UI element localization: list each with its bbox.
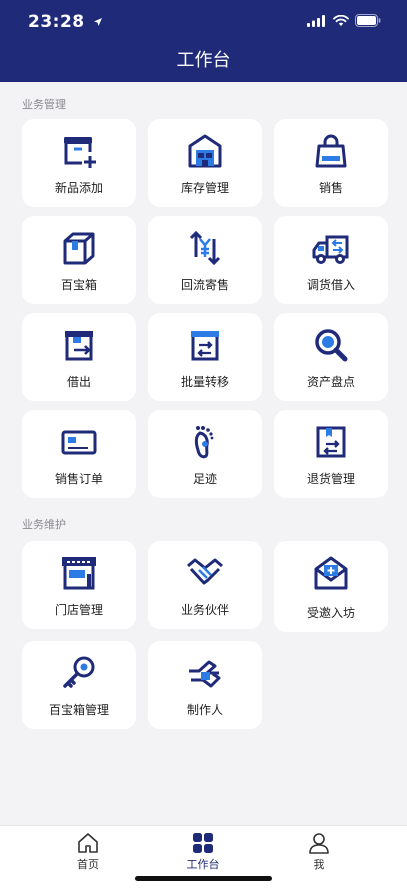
- tab-workbench-label: 工作台: [186, 858, 220, 871]
- return-consign-button[interactable]: 回流寄售: [148, 216, 262, 304]
- tab-me[interactable]: 我: [279, 832, 359, 872]
- partner-button[interactable]: 业务伙伴: [148, 541, 262, 629]
- box-out-icon: [59, 325, 99, 365]
- treasure-box-button[interactable]: 百宝箱: [22, 216, 136, 304]
- page-title: 工作台: [176, 50, 231, 71]
- grid-icon: [193, 833, 213, 853]
- tab-home[interactable]: 首页: [48, 832, 128, 872]
- section-label-business-management: 业务管理: [22, 98, 66, 111]
- inventory-button[interactable]: 库存管理: [148, 119, 262, 207]
- invited-button[interactable]: 受邀入坊: [274, 541, 388, 632]
- sales-order-label: 销售订单: [54, 472, 103, 486]
- footprint-button[interactable]: 足迹: [148, 410, 262, 498]
- sales-button[interactable]: 销售: [274, 119, 388, 207]
- sales-label: 销售: [318, 181, 343, 195]
- user-icon: [309, 833, 329, 854]
- status-time: 23:28: [28, 12, 103, 32]
- treasure-box-management-button[interactable]: 百宝箱管理: [22, 641, 136, 729]
- return-management-button[interactable]: 退货管理: [274, 410, 388, 498]
- card-icon: [59, 422, 99, 462]
- new-item-button[interactable]: 新品添加: [22, 119, 136, 207]
- footprint-label: 足迹: [192, 472, 217, 486]
- box-return-icon: [311, 422, 351, 462]
- store-management-button[interactable]: 门店管理: [22, 541, 136, 629]
- lend-out-button[interactable]: 借出: [22, 313, 136, 401]
- sales-order-button[interactable]: 销售订单: [22, 410, 136, 498]
- home-indicator: [135, 876, 272, 881]
- footprint-icon: [185, 422, 225, 462]
- treasure-box-label: 百宝箱: [60, 278, 97, 292]
- home-icon: [78, 833, 98, 853]
- warehouse-icon: [185, 131, 225, 171]
- box-add-icon: [59, 131, 99, 171]
- cellular-signal-icon: [307, 14, 325, 27]
- return-consign-label: 回流寄售: [180, 278, 229, 292]
- new-item-label: 新品添加: [54, 181, 103, 195]
- status-time-text: 23:28: [28, 12, 85, 32]
- wifi-icon: [333, 14, 349, 26]
- maker-label: 制作人: [186, 703, 223, 717]
- tab-workbench[interactable]: 工作台: [163, 832, 243, 872]
- magnifier-icon: [311, 325, 351, 365]
- lend-out-label: 借出: [66, 375, 91, 389]
- shopping-bag-icon: [311, 131, 351, 171]
- status-indicators: [307, 14, 381, 27]
- batch-transfer-button[interactable]: 批量转移: [148, 313, 262, 401]
- hands-icon: [185, 653, 225, 693]
- app-header: 23:28 工作台: [0, 0, 407, 82]
- treasure-box-management-label: 百宝箱管理: [48, 703, 109, 717]
- truck-icon: [311, 228, 351, 268]
- inventory-label: 库存管理: [180, 181, 229, 195]
- tab-home-label: 首页: [77, 858, 99, 871]
- partner-label: 业务伙伴: [180, 603, 229, 617]
- box-transfer-icon: [185, 325, 225, 365]
- box-icon: [59, 228, 99, 268]
- transfer-borrow-button[interactable]: 调货借入: [274, 216, 388, 304]
- asset-check-button[interactable]: 资产盘点: [274, 313, 388, 401]
- return-management-label: 退货管理: [306, 472, 355, 486]
- batch-transfer-label: 批量转移: [180, 375, 229, 389]
- tab-me-label: 我: [313, 858, 325, 871]
- handshake-icon: [185, 553, 225, 593]
- exchange-icon: [185, 228, 225, 268]
- store-icon: [59, 553, 99, 593]
- envelope-icon: [311, 553, 351, 593]
- battery-icon: [355, 14, 381, 27]
- asset-check-label: 资产盘点: [306, 375, 355, 389]
- key-icon: [59, 653, 99, 693]
- location-arrow-icon: [94, 18, 103, 26]
- invited-label: 受邀入坊: [306, 606, 355, 620]
- section-label-business-maintenance: 业务维护: [22, 518, 66, 531]
- store-management-label: 门店管理: [54, 603, 103, 617]
- transfer-borrow-label: 调货借入: [306, 278, 355, 292]
- maker-button[interactable]: 制作人: [148, 641, 262, 729]
